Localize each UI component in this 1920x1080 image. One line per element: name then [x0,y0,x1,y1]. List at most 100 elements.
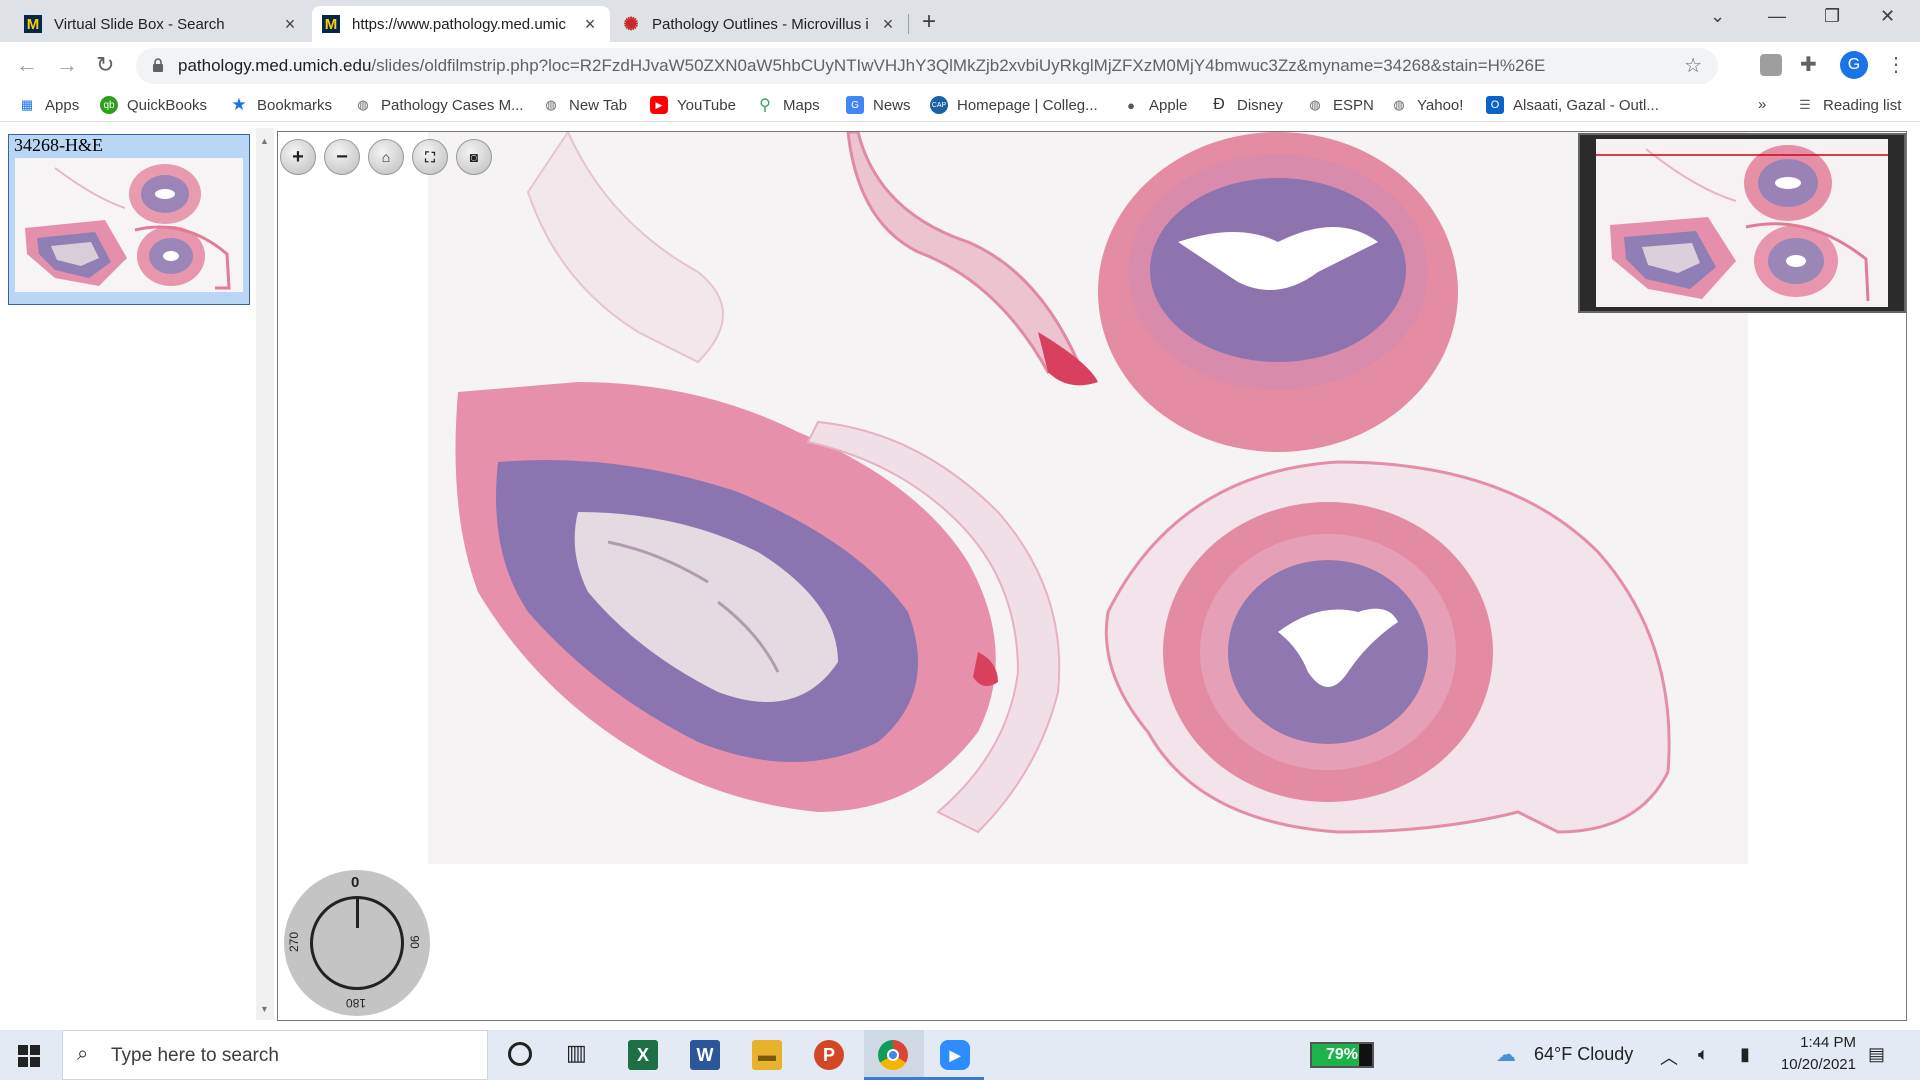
windows-start-icon[interactable] [18,1045,40,1067]
profile-avatar[interactable]: G [1840,51,1868,79]
address-bar[interactable]: pathology.med.umich.edu/slides/oldfilmst… [136,48,1718,84]
cap-icon: CAP [930,96,948,114]
scroll-down-arrow-icon[interactable]: ▼ [260,1004,269,1014]
camera-icon[interactable]: ◙ [456,139,492,175]
powerpoint-icon[interactable]: P [814,1040,844,1070]
extension-icon[interactable] [1760,54,1782,76]
rotation-label-top: 0 [351,874,360,891]
bookmark-label: New Tab [569,96,628,114]
bookmark-apps[interactable]: ▦ Apps [18,96,79,114]
browser-toolbar: ← → ↻ pathology.med.umich.edu/slides/old… [0,42,1920,90]
forward-arrow-icon[interactable]: → [56,52,78,78]
filmstrip-scrollbar[interactable]: ▲ ▼ [256,128,274,1020]
tab-virtual-slide-box[interactable]: M Virtual Slide Box - Search × [14,6,310,42]
cortana-icon[interactable] [508,1042,532,1066]
bookmark-apple[interactable]: ● Apple [1122,96,1187,114]
bookmarks-bar: ▦ Apps qb QuickBooks ★ Bookmarks ◍ Pathology… [0,90,1920,122]
excel-icon[interactable]: X [628,1040,658,1070]
taskbar-search-placeholder: Type here to search [111,1045,279,1066]
close-icon[interactable]: × [580,14,600,35]
notifications-icon[interactable]: ▤ [1868,1044,1885,1065]
bookmark-label: Yahoo! [1417,96,1464,114]
battery-meter: 79% [1310,1042,1374,1068]
zoom-taskbar-button[interactable]: ▶ [924,1030,984,1080]
show-hidden-icons-chevron-icon[interactable]: ︿ [1660,1044,1678,1070]
tab-title: Virtual Slide Box - Search [54,15,225,33]
star-icon: ★ [231,95,247,114]
home-icon[interactable]: ⌂ [368,139,404,175]
bookmark-bookmarks[interactable]: ★ Bookmarks [230,95,333,114]
tab-title: Pathology Outlines - Microvillus i [652,15,869,33]
overview-navigator[interactable] [1578,133,1906,313]
scroll-up-arrow-icon[interactable]: ▲ [260,136,269,146]
volume-icon[interactable]: 🔈︎ [1698,1044,1709,1065]
windows-taskbar: ⌕ Type here to search ▥ X W ▬ P ▶ 79% ☁ … [0,1030,1920,1080]
umich-m-icon: M [322,15,340,33]
menu-kebab-icon[interactable]: ⋮ [1886,52,1906,77]
bookmark-quickbooks[interactable]: qb QuickBooks [100,96,207,114]
tab-search-chevron-icon[interactable]: ⌄ [1710,6,1725,27]
bookmark-label: YouTube [677,96,736,114]
slide-thumbnail-image [15,158,243,292]
bookmark-espn[interactable]: ◍ ESPN [1306,96,1374,114]
bookmark-star-icon[interactable]: ☆ [1684,53,1702,78]
rotation-dial[interactable]: 0 90 180 270 [284,870,430,1016]
close-icon[interactable]: × [280,14,300,35]
rotation-dial-needle[interactable] [356,896,359,928]
task-view-icon[interactable]: ▥ [566,1040,587,1066]
overview-image [1596,139,1888,307]
extensions-puzzle-icon[interactable]: ✚ [1800,52,1817,77]
bookmark-outlook[interactable]: O Alsaati, Gazal - Outl... [1486,96,1659,114]
taskbar-search-box[interactable]: ⌕ Type here to search [62,1030,488,1080]
bookmark-news[interactable]: G News [846,96,911,114]
rotation-label-left: 270 [287,931,302,953]
reload-icon[interactable]: ↻ [96,52,114,78]
zoom-in-button[interactable]: + [280,139,316,175]
bookmark-disney[interactable]: Ɖ Disney [1210,96,1283,114]
apps-grid-icon: ▦ [20,97,34,112]
reading-list-label: Reading list [1823,96,1902,114]
back-arrow-icon[interactable]: ← [16,52,38,78]
restore-icon[interactable]: ❐ [1824,6,1840,27]
bookmark-yahoo[interactable]: ◍ Yahoo! [1390,96,1463,114]
rotation-label-right: 90 [407,935,422,949]
pathology-outlines-icon: ✺ [623,13,639,34]
reading-list-button[interactable]: ☰ Reading list [1796,96,1901,114]
file-explorer-icon[interactable]: ▬ [752,1040,782,1070]
zoom-out-button[interactable]: − [324,139,360,175]
tab-title: https://www.pathology.med.umic [352,15,566,33]
bookmark-new-tab[interactable]: ◍ New Tab [542,96,627,114]
bookmark-homepage-college[interactable]: CAP Homepage | Colleg... [930,96,1098,114]
globe-icon: ◍ [1393,97,1405,112]
lock-icon [153,58,163,72]
youtube-icon: ▶ [650,96,668,114]
chrome-taskbar-button[interactable] [864,1030,924,1080]
weather-text[interactable]: 64°F Cloudy [1534,1044,1633,1065]
apple-icon: ● [1127,97,1135,113]
microphone-icon[interactable]: ▮ [1740,1044,1750,1065]
news-icon: G [846,96,864,114]
bookmark-label: Bookmarks [257,96,333,114]
battery-percent: 79% [1325,1046,1359,1063]
tab-pathology-slide[interactable]: M https://www.pathology.med.umic × [312,6,610,42]
bookmark-maps[interactable]: ⚲ Maps [756,96,820,115]
new-tab-plus-icon[interactable]: + [922,8,936,36]
search-icon: ⌕ [77,1043,89,1065]
slide-thumbnail[interactable]: 34268-H&E [8,134,250,305]
clock-date[interactable]: 10/20/2021 [1766,1056,1856,1073]
bookmark-label: Maps [783,96,820,114]
minimize-icon[interactable]: — [1768,6,1786,27]
globe-icon: ◍ [545,97,557,112]
window-close-icon[interactable]: ✕ [1880,6,1895,27]
close-icon[interactable]: × [878,14,898,35]
bookmark-youtube[interactable]: ▶ YouTube [650,96,736,114]
fullscreen-icon[interactable]: ⛶ [412,139,448,175]
bookmark-label: Apps [45,96,80,114]
word-icon[interactable]: W [690,1040,720,1070]
bookmarks-overflow-button[interactable]: » [1758,96,1766,113]
browser-tab-strip: M Virtual Slide Box - Search × M https:/… [0,0,1920,42]
clock-time[interactable]: 1:44 PM [1772,1034,1856,1051]
url-host: pathology.med.umich.edu [178,56,372,75]
bookmark-pathology-cases[interactable]: ◍ Pathology Cases M... [354,96,523,114]
tab-pathology-outlines[interactable]: ✺ Pathology Outlines - Microvillus i × [612,6,908,42]
